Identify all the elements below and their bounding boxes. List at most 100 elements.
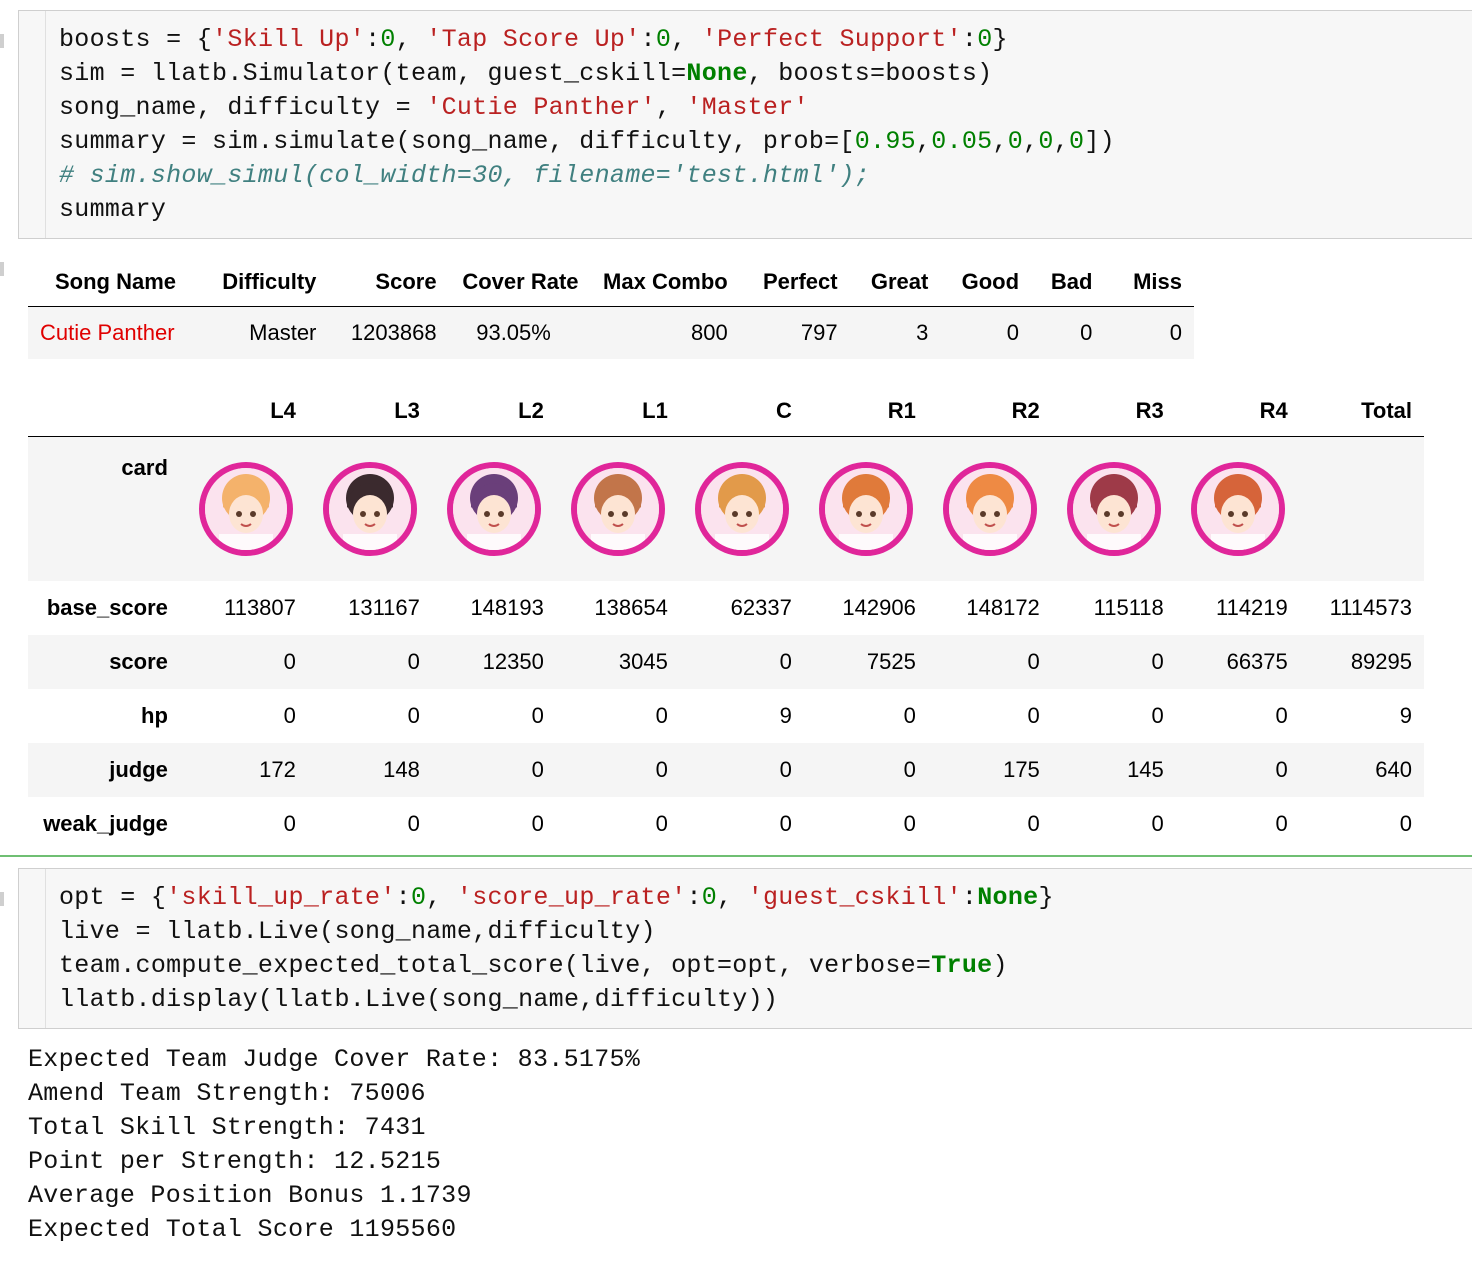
- column-header: C: [775, 398, 792, 423]
- cell-prompt-marker: [0, 892, 4, 906]
- code-token: :: [640, 25, 656, 54]
- code-editor[interactable]: boosts = {'Skill Up':0, 'Tap Score Up':0…: [59, 23, 1115, 227]
- code-cell-simulate[interactable]: boosts = {'Skill Up':0, 'Tap Score Up':0…: [18, 10, 1472, 239]
- code-token: 0: [1007, 127, 1024, 156]
- code-token: :: [686, 883, 702, 912]
- table-cell: 1203868: [328, 306, 449, 359]
- table-cell: 62337: [730, 595, 792, 620]
- cell-gutter: [19, 11, 46, 238]
- table-cell: 0: [531, 811, 544, 836]
- column-header: R2: [1011, 398, 1040, 423]
- table-cell: 0: [1275, 811, 1288, 836]
- table-cell: 0: [183, 635, 308, 689]
- table-cell: 0: [1027, 703, 1040, 728]
- row-header-corner: [28, 386, 184, 437]
- table-cell: 0: [431, 743, 556, 797]
- code-token: }: [992, 25, 1008, 54]
- card-avatar-icon[interactable]: [694, 462, 789, 556]
- code-token: song_name, difficulty =: [59, 93, 427, 122]
- table-row: Cutie Panther Master 1203868 93.05% 800 797 3 0…: [28, 306, 1194, 359]
- code-token: 'guest_cskill': [747, 883, 962, 912]
- output-line: Average Position Bonus 1.1739: [28, 1181, 472, 1210]
- code-line: # sim.show_simul(col_width=30, filename=…: [59, 159, 1115, 193]
- code-editor[interactable]: opt = {'skill_up_rate':0, 'score_up_rate…: [59, 881, 1054, 1017]
- table-cell: 0: [1027, 811, 1040, 836]
- table-cell: 0: [927, 635, 1052, 689]
- code-token: 0: [977, 25, 993, 54]
- table-cell: 113807: [224, 595, 296, 620]
- table-cell: 138654: [594, 595, 668, 620]
- code-token: 0: [1069, 127, 1085, 156]
- column-header: Good: [961, 269, 1020, 294]
- summary-header-row: Song Name Difficulty Score Cover Rate Max Co…: [28, 258, 1194, 307]
- table-row: score 0 0 12350 3045 0 7525 0 0 66375 89295: [28, 635, 1424, 689]
- cell-separator: [0, 855, 1472, 857]
- card-cell: [927, 436, 1052, 581]
- column-header: R4: [1259, 398, 1288, 423]
- cell-gutter: [19, 869, 46, 1028]
- table-row: base_score 113807 131167 148193 138654 62337 1…: [28, 581, 1424, 635]
- table-cell: 148172: [966, 595, 1040, 620]
- code-token: team.compute_expected_total_score(live, …: [59, 951, 932, 980]
- row-label: base_score: [46, 595, 168, 620]
- output-line: Point per Strength: 12.5215: [28, 1147, 442, 1176]
- card-avatar-icon[interactable]: [1066, 462, 1161, 556]
- table-cell: 9: [779, 703, 792, 728]
- code-token: summary: [59, 195, 167, 224]
- code-token: None: [977, 883, 1039, 912]
- column-header: R1: [887, 398, 916, 423]
- table-cell: 0: [803, 743, 928, 797]
- card-header-row: L4 L3 L2 L1 C R1 R2 R3 R4 Total: [28, 386, 1424, 437]
- code-token: ,: [717, 883, 748, 912]
- code-line: sim = llatb.Simulator(team, guest_cskill…: [59, 57, 1115, 91]
- table-cell: 175: [927, 743, 1052, 797]
- table-cell: 7525: [803, 635, 928, 689]
- code-token: ,: [915, 127, 932, 156]
- column-header: Max Combo: [603, 269, 728, 294]
- code-line: team.compute_expected_total_score(live, …: [59, 949, 1054, 983]
- output-line: Total Skill Strength: 7431: [28, 1113, 426, 1142]
- card-cell: [555, 436, 680, 581]
- table-cell: 1114573: [1329, 595, 1412, 620]
- code-token: 0: [380, 25, 396, 54]
- code-line: song_name, difficulty = 'Cutie Panther',…: [59, 91, 1115, 125]
- table-cell: 640: [1299, 743, 1424, 797]
- row-label: weak_judge: [43, 811, 168, 836]
- card-cell: [1051, 436, 1176, 581]
- output-line: Expected Team Judge Cover Rate: 83.5175%: [28, 1045, 641, 1074]
- table-cell: 0: [531, 703, 544, 728]
- table-cell: 0: [679, 635, 804, 689]
- card-avatar-icon[interactable]: [198, 462, 293, 556]
- card-avatar-icon[interactable]: [446, 462, 541, 556]
- card-cell: [1175, 436, 1300, 581]
- table-cell: 0: [283, 703, 296, 728]
- card-avatar-icon[interactable]: [322, 462, 417, 556]
- code-token: :: [961, 883, 978, 912]
- code-cell-expected-score[interactable]: opt = {'skill_up_rate':0, 'score_up_rate…: [18, 868, 1472, 1029]
- table-cell: 66375: [1175, 635, 1300, 689]
- card-cell: [803, 436, 928, 581]
- card-cell: [431, 436, 556, 581]
- column-header: Total: [1361, 398, 1412, 423]
- column-header: Miss: [1133, 269, 1182, 294]
- code-token: 'skill_up_rate': [166, 883, 396, 912]
- card-avatar-icon[interactable]: [1190, 462, 1285, 556]
- table-cell: 3: [849, 306, 941, 359]
- table-cell: 0: [1031, 306, 1105, 359]
- card-avatar-icon[interactable]: [942, 462, 1037, 556]
- column-header: L4: [270, 398, 296, 423]
- table-cell: 115118: [1093, 595, 1164, 620]
- table-cell: 145: [1051, 743, 1176, 797]
- code-token: 'Skill Up': [212, 25, 366, 54]
- card-cell: [307, 436, 432, 581]
- card-avatar-icon[interactable]: [570, 462, 665, 556]
- column-header: Difficulty: [222, 269, 317, 294]
- card-avatar-icon[interactable]: [818, 462, 913, 556]
- code-line: opt = {'skill_up_rate':0, 'score_up_rate…: [59, 881, 1054, 915]
- table-row: weak_judge 0 0 0 0 0 0 0 0 0 0: [28, 797, 1424, 851]
- table-row: hp 0 0 0 0 9 0 0 0 0 9: [28, 689, 1424, 743]
- code-token: ]): [1084, 127, 1115, 156]
- card-image-row: card: [28, 436, 1424, 581]
- code-token: # sim.show_simul(col_width=30, filename=…: [59, 161, 871, 190]
- code-token: :: [961, 25, 978, 54]
